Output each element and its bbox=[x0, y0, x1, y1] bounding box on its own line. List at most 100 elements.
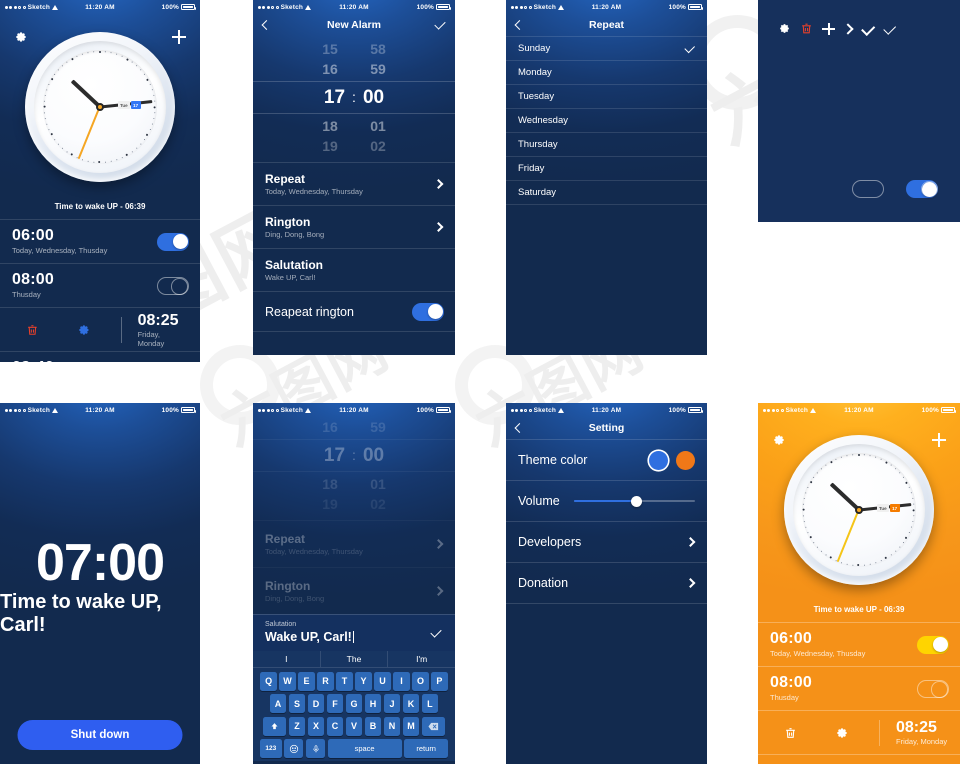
repeat-rington-toggle[interactable] bbox=[412, 302, 444, 321]
key-o[interactable]: O bbox=[412, 671, 429, 691]
day-row-thursday[interactable]: Thursday bbox=[506, 133, 707, 157]
shift-icon[interactable] bbox=[263, 716, 287, 736]
setting-developers[interactable]: Developers bbox=[506, 522, 707, 563]
day-row-tuesday[interactable]: Tuesday bbox=[506, 85, 707, 109]
keyboard-row-4: 123 space return bbox=[253, 739, 455, 758]
alarm-row[interactable]: 06:00 Today, Wednesday, Thusday bbox=[758, 622, 960, 666]
space-key[interactable]: space bbox=[327, 739, 402, 758]
day-row-wednesday[interactable]: Wednesday bbox=[506, 109, 707, 133]
salutation-input-bar[interactable]: Salutation Wake UP, Carl! bbox=[253, 614, 455, 651]
alarm-row[interactable]: 08:00 Thusday bbox=[758, 666, 960, 710]
alarm-row[interactable]: 08:40 bbox=[0, 351, 200, 362]
setting-label: Theme color bbox=[518, 453, 588, 467]
back-chevron-icon[interactable] bbox=[261, 21, 270, 30]
key-r[interactable]: R bbox=[317, 671, 334, 691]
day-label: Thursday bbox=[518, 139, 558, 150]
day-label: Tuesday bbox=[518, 91, 555, 102]
volume-slider[interactable] bbox=[573, 494, 695, 508]
swatch-orange[interactable] bbox=[676, 450, 695, 470]
microphone-icon[interactable] bbox=[306, 739, 325, 758]
swatch-blue[interactable] bbox=[649, 450, 668, 470]
alarm-toggle[interactable] bbox=[157, 276, 189, 295]
key-h[interactable]: H bbox=[364, 694, 382, 713]
setting-theme-color[interactable]: Theme color bbox=[506, 440, 707, 481]
key-g[interactable]: G bbox=[345, 694, 363, 713]
list-item-rington[interactable]: Rington Ding, Dong, Bong bbox=[253, 205, 455, 248]
key-v[interactable]: V bbox=[345, 716, 363, 736]
backspace-icon[interactable] bbox=[421, 716, 445, 736]
key-l[interactable]: L bbox=[421, 694, 439, 713]
picker-selected: 17 : 00 bbox=[253, 439, 455, 472]
back-chevron-icon[interactable] bbox=[514, 21, 523, 30]
key-w[interactable]: W bbox=[279, 671, 296, 691]
check-icon[interactable] bbox=[430, 628, 442, 638]
day-row-monday[interactable]: Monday bbox=[506, 61, 707, 85]
gear-icon[interactable] bbox=[835, 726, 849, 740]
delete-icon[interactable] bbox=[26, 323, 39, 337]
day-row-sunday[interactable]: Sunday bbox=[506, 37, 707, 61]
wake-status-text: Time to wake UP - 06:39 bbox=[813, 605, 905, 614]
key-e[interactable]: E bbox=[298, 671, 315, 691]
alarm-row[interactable]: 08:00 Thusday bbox=[0, 263, 200, 307]
toggle-off[interactable] bbox=[852, 180, 884, 198]
return-key[interactable]: return bbox=[404, 739, 449, 758]
nav-bar: New Alarm bbox=[253, 14, 455, 36]
key-f[interactable]: F bbox=[326, 694, 344, 713]
key-b[interactable]: B bbox=[364, 716, 382, 736]
list-item-salutation[interactable]: Salutation Wake UP, Carl! bbox=[253, 248, 455, 291]
alarm-toggle[interactable] bbox=[917, 679, 949, 698]
salutation-input[interactable]: Wake UP, Carl! bbox=[265, 630, 443, 644]
alarm-toggle[interactable] bbox=[157, 232, 189, 251]
key-u[interactable]: U bbox=[374, 671, 391, 691]
emoji-icon[interactable] bbox=[284, 739, 304, 758]
day-row-saturday[interactable]: Saturday bbox=[506, 181, 707, 205]
key-s[interactable]: S bbox=[288, 694, 306, 713]
check-icon bbox=[684, 45, 694, 53]
selected-hour: 17 bbox=[323, 445, 346, 466]
day-row-friday[interactable]: Friday bbox=[506, 157, 707, 181]
alarm-row[interactable]: 06:00 Today, Wednesday, Thusday bbox=[0, 219, 200, 263]
add-alarm-button[interactable] bbox=[932, 433, 946, 447]
setting-volume[interactable]: Volume bbox=[506, 481, 707, 522]
setting-label: Volume bbox=[518, 494, 560, 508]
screen-wake-alert: Sketch 11:20 AM 100% 07:00 Time to wake … bbox=[0, 403, 200, 764]
setting-donation[interactable]: Donation bbox=[506, 563, 707, 604]
key-p[interactable]: P bbox=[431, 671, 448, 691]
list-item-repeat[interactable]: Repeat Today, Wednesday, Thursday bbox=[253, 162, 455, 205]
key-t[interactable]: T bbox=[336, 671, 353, 691]
toggle-on[interactable] bbox=[906, 180, 938, 198]
numbers-key[interactable]: 123 bbox=[259, 739, 282, 758]
back-chevron-icon[interactable] bbox=[514, 424, 523, 433]
suggestion-1[interactable]: I bbox=[253, 651, 321, 667]
list-item-repeat-rington[interactable]: Reapeat rington bbox=[253, 291, 455, 331]
alarm-toggle[interactable] bbox=[917, 635, 949, 654]
status-bar: Sketch 11:20 AM 100% bbox=[758, 403, 960, 417]
setting-label: Donation bbox=[518, 576, 569, 590]
dimmed-background: 16 59 17 : 00 18 01 19 02 Repeat Today, … bbox=[253, 417, 455, 614]
alarm-list: 06:00 Today, Wednesday, Thusday 08:00 Th… bbox=[0, 219, 200, 362]
key-d[interactable]: D bbox=[307, 694, 325, 713]
picker-separator: : bbox=[352, 89, 356, 105]
key-a[interactable]: A bbox=[269, 694, 287, 713]
time-picker[interactable]: 15 58 16 59 17 : 00 18 01 19 02 bbox=[253, 36, 455, 162]
key-y[interactable]: Y bbox=[355, 671, 372, 691]
shut-down-button[interactable]: Shut down bbox=[17, 720, 183, 750]
list-item-empty bbox=[253, 331, 455, 355]
gear-icon[interactable] bbox=[77, 323, 91, 337]
suggestion-3[interactable]: I'm bbox=[388, 651, 455, 667]
suggestion-2[interactable]: The bbox=[321, 651, 389, 667]
key-n[interactable]: N bbox=[383, 716, 401, 736]
key-q[interactable]: Q bbox=[260, 671, 277, 691]
delete-icon[interactable] bbox=[784, 726, 797, 740]
check-icon[interactable] bbox=[434, 20, 446, 30]
slider-knob[interactable] bbox=[631, 495, 643, 507]
key-j[interactable]: J bbox=[383, 694, 401, 713]
key-m[interactable]: M bbox=[402, 716, 420, 736]
key-x[interactable]: X bbox=[307, 716, 325, 736]
alarm-time: 08:40 bbox=[12, 359, 188, 362]
alarm-row[interactable]: 08:40 bbox=[758, 754, 960, 764]
key-k[interactable]: K bbox=[402, 694, 420, 713]
key-i[interactable]: I bbox=[393, 671, 410, 691]
key-z[interactable]: Z bbox=[288, 716, 306, 736]
key-c[interactable]: C bbox=[326, 716, 344, 736]
